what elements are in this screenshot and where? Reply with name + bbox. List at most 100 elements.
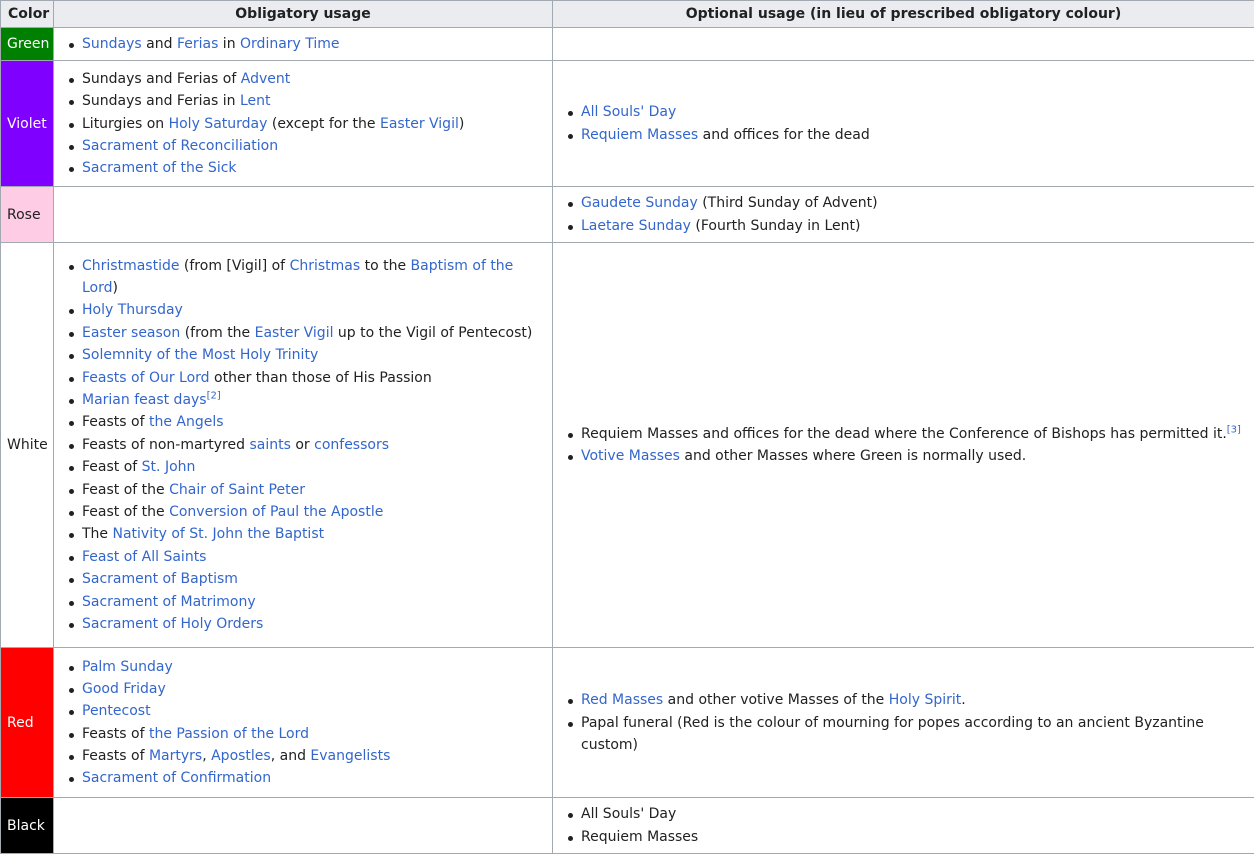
- wiki-link[interactable]: Feasts of Our Lord: [82, 370, 210, 386]
- wiki-link[interactable]: Holy Spirit: [889, 692, 962, 708]
- list-item: Sundays and Ferias of Advent: [69, 68, 546, 90]
- wiki-link[interactable]: Sundays: [82, 36, 142, 52]
- item-text: and other Masses where Green is normally…: [679, 448, 1027, 465]
- wiki-link[interactable]: Easter Vigil: [380, 116, 459, 132]
- item-text: Feasts of non-martyred: [82, 436, 250, 453]
- wiki-link[interactable]: Ordinary Time: [240, 36, 340, 52]
- reference-link[interactable]: [3]: [1227, 424, 1241, 435]
- wiki-link[interactable]: Sacrament of Reconciliation: [82, 138, 278, 154]
- wiki-link[interactable]: Easter season: [82, 325, 180, 341]
- item-text: (except for the: [267, 115, 380, 132]
- item-text: or: [290, 436, 315, 453]
- list-item: Sacrament of Holy Orders: [69, 613, 546, 635]
- obligatory-list: Christmastide (from [Vigil] of Christmas…: [54, 255, 552, 635]
- wiki-link[interactable]: saints: [249, 437, 290, 453]
- wiki-link[interactable]: Evangelists: [310, 748, 390, 764]
- wiki-link[interactable]: Nativity of St. John the Baptist: [113, 526, 325, 542]
- wiki-link[interactable]: Sacrament of Holy Orders: [82, 616, 263, 632]
- optional-cell: All Souls' Day Requiem Masses: [552, 797, 1254, 854]
- wiki-link[interactable]: Easter Vigil: [255, 325, 334, 341]
- wiki-link[interactable]: Holy Saturday: [169, 116, 268, 132]
- optional-list: All Souls' Day Requiem Masses and offices…: [553, 101, 1254, 145]
- wiki-link[interactable]: Solemnity of the Most Holy Trinity: [82, 347, 318, 363]
- obligatory-cell: Sundays and Ferias of Advent Sundays and …: [53, 60, 553, 187]
- wiki-link[interactable]: Gaudete Sunday: [581, 195, 698, 211]
- wiki-link[interactable]: All Souls' Day: [581, 104, 676, 120]
- wiki-link[interactable]: Christmastide: [82, 258, 179, 274]
- obligatory-list: Sundays and Ferias in Ordinary Time: [54, 33, 552, 55]
- color-cell: Black: [0, 797, 54, 854]
- list-item: Sacrament of the Sick: [69, 157, 546, 179]
- list-item: Votive Masses and other Masses where Gre…: [568, 445, 1248, 467]
- table-row: White Christmastide (from [Vigil] of Chri…: [0, 242, 1254, 648]
- item-text: (Third Sunday of Advent): [697, 195, 878, 212]
- optional-cell: Red Masses and other votive Masses of th…: [552, 647, 1254, 798]
- wiki-link[interactable]: Apostles: [211, 748, 271, 764]
- item-text: Feasts of: [82, 414, 149, 431]
- list-item: Feasts of Our Lord other than those of H…: [69, 367, 546, 389]
- wiki-link[interactable]: Ferias: [177, 36, 218, 52]
- wiki-link[interactable]: Marian feast days: [82, 392, 207, 408]
- list-item: Gaudete Sunday (Third Sunday of Advent): [568, 192, 1248, 214]
- list-item: Feasts of non-martyred saints or confess…: [69, 434, 546, 456]
- item-text: (Fourth Sunday in Lent): [690, 217, 861, 234]
- header-row: Color Obligatory usage Optional usage (i…: [0, 0, 1254, 28]
- list-item: Requiem Masses and offices for the dead: [568, 124, 1248, 146]
- color-cell: White: [0, 242, 54, 648]
- wiki-link[interactable]: Chair of Saint Peter: [169, 482, 305, 498]
- obligatory-cell: Sundays and Ferias in Ordinary Time: [53, 27, 553, 61]
- wiki-link[interactable]: Christmas: [290, 258, 361, 274]
- reference-link[interactable]: [2]: [207, 390, 221, 401]
- wiki-link[interactable]: St. John: [142, 459, 196, 475]
- optional-cell: Requiem Masses and offices for the dead …: [552, 242, 1254, 648]
- obligatory-list: Sundays and Ferias of Advent Sundays and …: [54, 68, 552, 180]
- item-text: other than those of His Passion: [209, 369, 432, 386]
- list-item: Sundays and Ferias in Ordinary Time: [69, 33, 546, 55]
- wiki-link[interactable]: Red Masses: [581, 692, 663, 708]
- item-text: Requiem Masses: [581, 828, 699, 845]
- item-text: and: [141, 36, 177, 52]
- list-item: All Souls' Day: [568, 101, 1248, 123]
- item-text: Feasts of: [82, 748, 149, 765]
- wiki-link[interactable]: Martyrs: [149, 748, 202, 764]
- optional-cell: [552, 27, 1254, 61]
- list-item: Requiem Masses and offices for the dead …: [568, 423, 1248, 445]
- list-item: Good Friday: [69, 678, 546, 700]
- item-text: Sundays and Ferias of: [82, 70, 241, 87]
- wiki-link[interactable]: Good Friday: [82, 681, 166, 697]
- wiki-link[interactable]: Advent: [241, 71, 290, 87]
- wiki-link[interactable]: Palm Sunday: [82, 659, 173, 675]
- obligatory-cell: Palm Sunday Good Friday Pentecost Feasts of…: [53, 647, 553, 798]
- item-text: Liturgies on: [82, 115, 169, 132]
- wiki-link[interactable]: Conversion of Paul the Apostle: [169, 504, 383, 520]
- wiki-link[interactable]: Sacrament of Matrimony: [82, 594, 256, 610]
- wiki-link[interactable]: Pentecost: [82, 703, 151, 719]
- wiki-link[interactable]: Requiem Masses: [581, 127, 698, 143]
- wiki-link[interactable]: Holy Thursday: [82, 302, 183, 318]
- color-cell: Red: [0, 647, 54, 798]
- item-text: Feast of the: [82, 481, 170, 498]
- wiki-link[interactable]: Laetare Sunday: [581, 218, 691, 234]
- item-text: The: [82, 526, 113, 543]
- list-item: Sacrament of Reconciliation: [69, 135, 546, 157]
- list-item: All Souls' Day: [568, 803, 1248, 825]
- wiki-link[interactable]: confessors: [314, 437, 389, 453]
- obligatory-cell: [53, 186, 553, 243]
- list-item: Laetare Sunday (Fourth Sunday in Lent): [568, 215, 1248, 237]
- item-text: ,: [202, 748, 212, 765]
- wiki-link[interactable]: Sacrament of the Sick: [82, 160, 237, 176]
- item-text: up to the Vigil of Pentecost): [333, 324, 533, 341]
- item-text: Papal funeral (Red is the colour of mour…: [581, 714, 1204, 753]
- header-optional: Optional usage (in lieu of prescribed ob…: [552, 0, 1254, 28]
- wiki-link[interactable]: the Passion of the Lord: [149, 726, 309, 742]
- wiki-link[interactable]: Feast of All Saints: [82, 549, 206, 565]
- wiki-link[interactable]: Votive Masses: [581, 448, 680, 464]
- wiki-link[interactable]: Sacrament of Baptism: [82, 571, 238, 587]
- citation: [2]: [207, 390, 221, 401]
- item-text: and other votive Masses of the: [663, 692, 889, 709]
- item-text: All Souls' Day: [581, 806, 677, 823]
- wiki-link[interactable]: the Angels: [149, 414, 224, 430]
- wiki-link[interactable]: Lent: [240, 93, 271, 109]
- wiki-link[interactable]: Sacrament of Confirmation: [82, 770, 271, 786]
- obligatory-cell: Christmastide (from [Vigil] of Christmas…: [53, 242, 553, 648]
